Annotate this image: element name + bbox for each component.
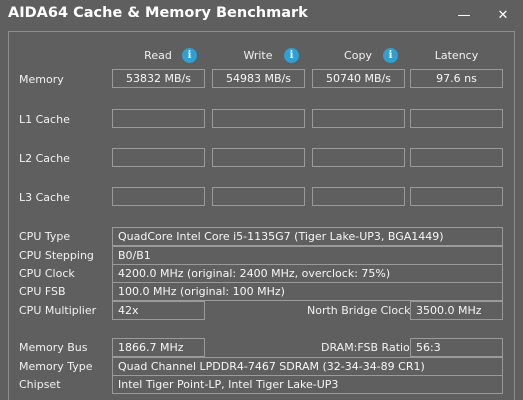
read-header: Read <box>144 49 172 62</box>
memory-write-value: 54983 MB/s <box>212 69 305 88</box>
cpu-stepping-value: B0/B1 <box>112 246 503 265</box>
l2-read-value <box>112 148 205 167</box>
cpu-clock-label: CPU Clock <box>19 267 75 280</box>
chipset-value: Intel Tiger Point-LP, Intel Tiger Lake-U… <box>112 375 503 394</box>
write-info-icon[interactable]: i <box>284 48 299 63</box>
latency-header: Latency <box>434 49 479 62</box>
dram-fsb-ratio-label: DRAM:FSB Ratio <box>321 341 410 354</box>
memory-bus-label: Memory Bus <box>19 341 88 354</box>
l1-copy-value <box>312 109 405 128</box>
cpu-multiplier-label: CPU Multiplier <box>19 304 97 317</box>
title-bar[interactable]: AIDA64 Cache & Memory Benchmark — ✕ <box>0 0 523 30</box>
l3-copy-value <box>312 187 405 206</box>
read-info-icon[interactable]: i <box>182 48 197 63</box>
minimize-button[interactable]: — <box>447 0 481 30</box>
l2-cache-row-label: L2 Cache <box>19 152 70 165</box>
dram-fsb-ratio-value: 56:3 <box>410 338 503 357</box>
cpu-fsb-label: CPU FSB <box>19 285 66 298</box>
l2-latency-value <box>410 148 503 167</box>
l1-latency-value <box>410 109 503 128</box>
copy-header: Copy <box>344 49 372 62</box>
memory-read-value: 53832 MB/s <box>112 69 205 88</box>
memory-row-label: Memory <box>19 73 64 86</box>
l3-write-value <box>212 187 305 206</box>
memory-copy-value: 50740 MB/s <box>312 69 405 88</box>
north-bridge-clock-label: North Bridge Clock <box>307 304 411 317</box>
l1-write-value <box>212 109 305 128</box>
cpu-fsb-value: 100.0 MHz (original: 100 MHz) <box>112 282 503 301</box>
l3-cache-row-label: L3 Cache <box>19 191 70 204</box>
memory-bus-value: 1866.7 MHz <box>112 338 205 357</box>
cpu-clock-value: 4200.0 MHz (original: 2400 MHz, overcloc… <box>112 264 503 283</box>
l3-read-value <box>112 187 205 206</box>
l2-copy-value <box>312 148 405 167</box>
memory-latency-value: 97.6 ns <box>410 69 503 88</box>
l3-latency-value <box>410 187 503 206</box>
window-title: AIDA64 Cache & Memory Benchmark <box>8 5 308 21</box>
cpu-type-value: QuadCore Intel Core i5-1135G7 (Tiger Lak… <box>112 227 503 246</box>
memory-type-label: Memory Type <box>19 360 93 373</box>
cpu-stepping-label: CPU Stepping <box>19 249 94 262</box>
l2-write-value <box>212 148 305 167</box>
l1-read-value <box>112 109 205 128</box>
close-button[interactable]: ✕ <box>486 0 520 30</box>
cpu-type-label: CPU Type <box>19 230 71 243</box>
copy-info-icon[interactable]: i <box>383 48 398 63</box>
write-header: Write <box>243 49 273 62</box>
memory-type-value: Quad Channel LPDDR4-7467 SDRAM (32-34-34… <box>112 357 503 376</box>
chipset-label: Chipset <box>19 378 61 391</box>
north-bridge-clock-value: 3500.0 MHz <box>410 301 503 320</box>
l1-cache-row-label: L1 Cache <box>19 113 70 126</box>
cpu-multiplier-value: 42x <box>112 301 205 320</box>
